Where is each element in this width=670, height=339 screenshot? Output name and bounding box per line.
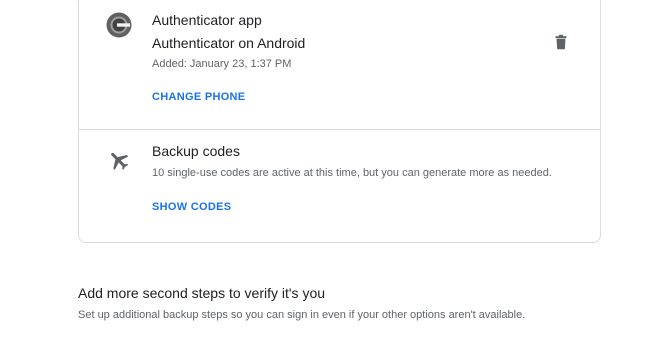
more-steps-heading: Add more second steps to verify it's you [78, 285, 326, 301]
more-steps-description: Set up additional backup steps so you ca… [78, 309, 526, 321]
authenticator-section: Authenticator app Authenticator on Andro… [79, 1, 600, 129]
backup-codes-title: Backup codes [152, 143, 240, 159]
authenticator-device: Authenticator on Android [152, 35, 306, 51]
backup-codes-section: Backup codes 10 single-use codes are act… [79, 130, 600, 243]
authenticator-icon [106, 12, 132, 38]
second-steps-card: Authenticator app Authenticator on Andro… [78, 0, 601, 243]
authenticator-added-date: Added: January 23, 1:37 PM [152, 58, 292, 70]
show-codes-button[interactable]: SHOW CODES [152, 201, 231, 213]
trash-icon[interactable] [553, 34, 569, 50]
change-phone-button[interactable]: CHANGE PHONE [152, 91, 245, 103]
airplane-icon [111, 152, 129, 170]
backup-codes-description: 10 single-use codes are active at this t… [152, 167, 552, 179]
authenticator-title: Authenticator app [152, 12, 262, 28]
